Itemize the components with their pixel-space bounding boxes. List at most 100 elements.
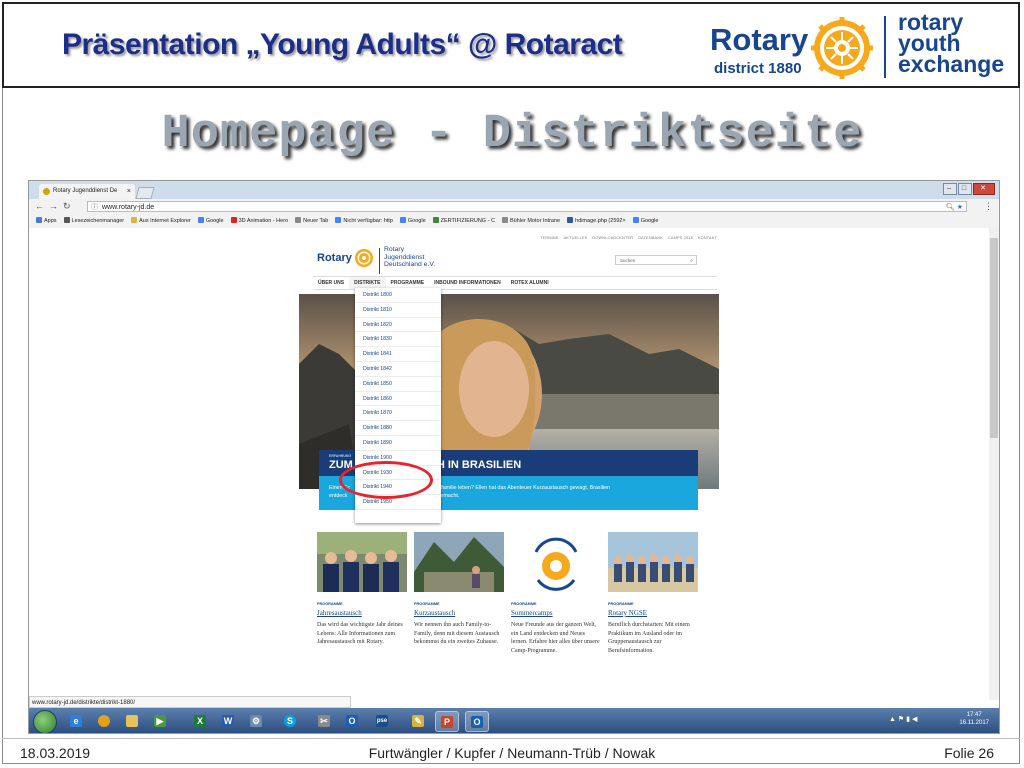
taskbar-chrome-icon[interactable] xyxy=(93,711,115,730)
google-icon xyxy=(399,217,406,223)
district-menu-item[interactable]: Distrikt 1800 xyxy=(355,288,441,303)
bookmark-item[interactable]: Google xyxy=(632,215,659,228)
card-title[interactable]: Kurzaustausch xyxy=(414,609,455,617)
bookmark-label: hdimage.php (2592× xyxy=(575,218,626,224)
youth-exchange-logo-text: rotary youth exchange xyxy=(898,11,1005,77)
rotary-website: TERMINE AKTUELLES DOWNLOADCENTER DATENBANK C… xyxy=(299,228,719,733)
close-window-icon[interactable]: ✕ xyxy=(973,183,995,195)
bookmark-item[interactable]: Bühler Motor Intrane xyxy=(501,215,560,228)
tray-arrow-icon[interactable]: ▲ xyxy=(889,716,896,723)
forward-arrow-icon[interactable]: → xyxy=(49,201,58,211)
ryex-line-3: exchange xyxy=(898,51,1005,77)
bookmark-item[interactable]: hdimage.php (2592× xyxy=(567,215,626,228)
page-icon xyxy=(501,217,508,223)
card-category: PROGRAMME xyxy=(608,602,634,606)
new-tab-button[interactable] xyxy=(135,187,155,199)
page-heading: Homepage - Distriktseite xyxy=(161,108,863,161)
bookmark-item[interactable]: Apps xyxy=(36,215,57,228)
site-nav-item[interactable]: ÜBER UNS xyxy=(313,277,349,289)
zoom-icon[interactable]: 🔍︎ xyxy=(946,204,955,211)
bookmark-item[interactable]: ZERTIFIZIERUNG - C xyxy=(432,215,495,228)
taskbar-media-icon[interactable]: ▶ xyxy=(149,711,171,730)
card-title[interactable]: Jahresaustausch xyxy=(317,609,362,617)
bookmark-item[interactable]: Lesezeichenmanager xyxy=(63,215,124,228)
bookmark-item[interactable]: Google xyxy=(399,215,426,228)
address-url: www.rotary-jd.de xyxy=(102,204,155,211)
card-category: PROGRAMME xyxy=(317,602,343,606)
taskbar-ie-icon[interactable]: e xyxy=(65,711,87,730)
slide-header: Präsentation „Young Adults“ @ Rotaract R… xyxy=(2,2,1020,88)
taskbar-pse-icon[interactable]: pse xyxy=(371,711,393,730)
bookmark-item[interactable]: Aus Internet Explorer xyxy=(131,215,191,228)
district-menu-item[interactable]: Distrikt 1860 xyxy=(355,392,441,407)
taskbar-paint-icon[interactable]: ✎ xyxy=(407,711,429,730)
taskbar-excel-icon[interactable]: X xyxy=(189,711,211,730)
taskbar-tool-icon[interactable]: ✂ xyxy=(313,711,335,730)
page-icon xyxy=(295,217,302,223)
taskbar-outlook-icon[interactable]: O xyxy=(341,711,363,730)
district-menu-item[interactable]: Distrikt 1890 xyxy=(355,436,441,451)
district-menu-item[interactable]: Distrikt 1830 xyxy=(355,332,441,348)
district-menu-item[interactable]: Distrikt 1820 xyxy=(355,318,441,333)
bookmark-item[interactable]: 3D Animation - Hero xyxy=(230,215,288,228)
district-menu-item[interactable]: Distrikt 1842 xyxy=(355,362,441,377)
district-menu-item[interactable]: Distrikt 1870 xyxy=(355,406,441,422)
site-search-input[interactable]: Suchen ⌕ xyxy=(615,255,697,265)
footer-slide-number: Folie 26 xyxy=(944,745,994,761)
bookmark-label: Apps xyxy=(44,218,57,224)
tab-close-icon[interactable]: × xyxy=(127,184,131,199)
browser-title-bar: Rotary Jugenddienst De × – □ ✕ xyxy=(29,181,999,199)
site-top-link[interactable]: DOWNLOADCENTER xyxy=(592,236,633,240)
district-menu-item[interactable]: Distrikt 1841 xyxy=(355,347,441,362)
taskbar-word-icon[interactable]: W xyxy=(217,711,239,730)
district-menu-item[interactable]: Distrikt 1850 xyxy=(355,377,441,392)
bookmark-label: Google xyxy=(640,218,659,224)
tray-flag-icon[interactable]: ⚑ xyxy=(898,716,904,723)
tray-network-icon[interactable]: ▮ xyxy=(906,716,910,723)
taskbar-powerpoint-icon[interactable]: P xyxy=(435,711,459,732)
bookmark-star-icon[interactable]: ★ xyxy=(957,204,963,211)
vertical-scrollbar[interactable] xyxy=(989,228,999,700)
page-info-icon[interactable]: ⓘ xyxy=(91,202,98,213)
address-bar[interactable]: ⓘ www.rotary-jd.de 🔍︎ ★ xyxy=(87,201,967,212)
site-top-link[interactable]: KONTAKT xyxy=(698,236,717,240)
card-image-youth-exchange-logo xyxy=(511,532,601,592)
taskbar-settings-icon[interactable]: ⚙ xyxy=(245,711,267,730)
youtube-icon xyxy=(230,217,237,223)
reload-icon[interactable]: ↻ xyxy=(63,201,71,212)
card-title[interactable]: Sommercamps xyxy=(511,609,553,617)
site-top-link[interactable]: DATENBANK xyxy=(638,236,663,240)
window-controls: – □ ✕ xyxy=(942,183,995,195)
scrollbar-thumb[interactable] xyxy=(990,238,998,438)
browser-tab[interactable]: Rotary Jugenddienst De × xyxy=(39,184,135,199)
taskbar-outlook2-icon[interactable]: O xyxy=(465,711,489,732)
search-icon[interactable]: ⌕ xyxy=(690,256,693,266)
district-menu-item[interactable]: Distrikt 1880 xyxy=(355,421,441,436)
site-nav-item[interactable]: ROTEX ALUMNI xyxy=(506,277,554,289)
footer-divider xyxy=(2,738,1020,739)
bookmark-item[interactable]: Neuer Tab xyxy=(295,215,328,228)
taskbar-skype-icon[interactable]: S xyxy=(279,711,301,730)
taskbar-explorer-icon[interactable] xyxy=(121,711,143,730)
bookmark-item[interactable]: Nicht verfügbar: http xyxy=(335,215,393,228)
maximize-icon[interactable]: □ xyxy=(958,183,972,195)
back-arrow-icon[interactable]: ← xyxy=(35,201,44,211)
google-icon xyxy=(335,217,342,223)
bookmark-item[interactable]: Google xyxy=(197,215,224,228)
site-top-link[interactable]: TERMINE xyxy=(540,236,559,240)
site-logo-rotary: Rotary xyxy=(317,252,352,264)
tray-volume-icon[interactable]: ◀ xyxy=(912,716,917,723)
site-top-link[interactable]: CAMPS 2018 xyxy=(668,236,693,240)
district-menu-item[interactable]: Distrikt 1810 xyxy=(355,303,441,318)
windows-taskbar: e ▶ X W ⚙ S ✂ O pse ✎ P O ▲ ⚑ ▮ ◀ 17:47 … xyxy=(29,708,999,733)
logo-divider xyxy=(884,16,886,78)
card-title[interactable]: Rotary NGSE xyxy=(608,609,647,617)
minimize-icon[interactable]: – xyxy=(943,183,957,195)
taskbar-clock[interactable]: 17:47 16.11.2017 xyxy=(959,711,989,727)
start-button-icon[interactable] xyxy=(33,710,57,733)
menu-dots-icon[interactable]: ⋮ xyxy=(984,201,993,212)
logo-rotary-word: Rotary xyxy=(710,22,809,57)
site-top-link[interactable]: AKTUELLES xyxy=(564,236,588,240)
site-org-line-3: Deutschland e.V. xyxy=(384,261,436,268)
hero-kicker: ERFAHRUNG xyxy=(329,454,352,458)
